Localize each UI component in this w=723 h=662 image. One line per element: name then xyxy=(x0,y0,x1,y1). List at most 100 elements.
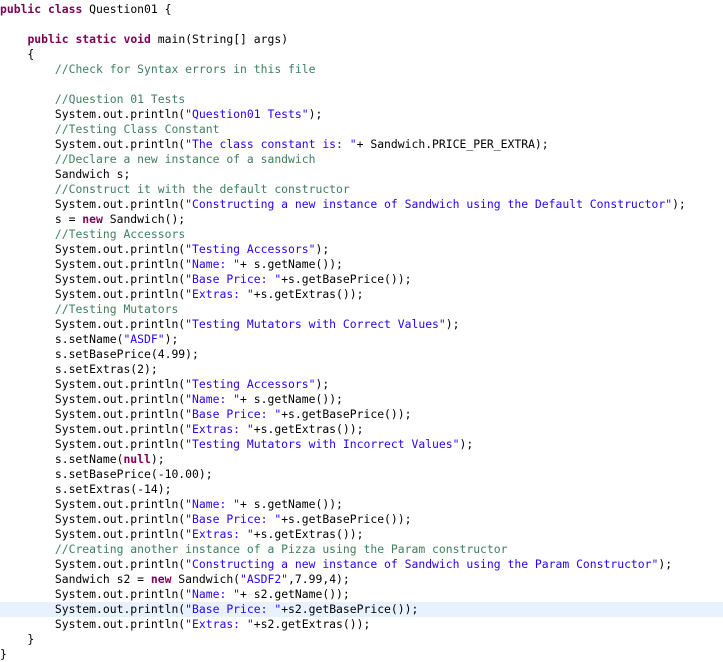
code-line[interactable]: System.out.println("Base Price: "+s.getB… xyxy=(0,272,723,287)
code-line[interactable]: System.out.println("The class constant i… xyxy=(0,137,723,152)
code-line[interactable]: s.setBasePrice(4.99); xyxy=(0,347,723,362)
code-text: System.out.println( xyxy=(0,587,186,601)
code-text: ); xyxy=(658,557,673,571)
code-line[interactable]: //Construct it with the default construc… xyxy=(0,182,723,197)
code-line[interactable]: System.out.println("Testing Mutators wit… xyxy=(0,437,723,452)
code-line[interactable]: System.out.println("Name: "+ s.getName()… xyxy=(0,257,723,272)
code-line[interactable]: s.setName("ASDF"); xyxy=(0,332,723,347)
code-line[interactable]: System.out.println("Base Price: "+s.getB… xyxy=(0,407,723,422)
code-line[interactable]: System.out.println("Constructing a new i… xyxy=(0,197,723,212)
code-line[interactable]: System.out.println("Name: "+ s.getName()… xyxy=(0,392,723,407)
code-line[interactable]: System.out.println("Testing Mutators wit… xyxy=(0,317,723,332)
code-string: "Testing Mutators with Correct Values" xyxy=(185,317,446,331)
code-string: "Name: " xyxy=(185,587,241,601)
code-text: System.out.println( xyxy=(0,407,186,421)
code-line[interactable]: //Check for Syntax errors in this file xyxy=(0,62,723,77)
code-text: System.out.println( xyxy=(0,422,186,436)
code-line[interactable]: System.out.println("Testing Accessors"); xyxy=(0,242,723,257)
code-line[interactable]: System.out.println("Question01 Tests"); xyxy=(0,107,723,122)
code-line[interactable]: } xyxy=(0,647,723,662)
code-line[interactable]: public static void main(String[] args) xyxy=(0,32,723,47)
code-line[interactable]: s = new Sandwich(); xyxy=(0,212,723,227)
code-text: System.out.println( xyxy=(0,107,186,121)
code-line[interactable]: Sandwich s2 = new Sandwich("ASDF2",7.99,… xyxy=(0,572,723,587)
code-line[interactable]: System.out.println("Constructing a new i… xyxy=(0,557,723,572)
code-text: System.out.println( xyxy=(0,287,186,301)
code-line[interactable]: System.out.println("Extras: "+s2.getExtr… xyxy=(0,617,723,632)
code-text: Sandwich s2 = xyxy=(0,572,151,586)
code-line[interactable]: Sandwich s; xyxy=(0,167,723,182)
code-line[interactable] xyxy=(0,17,723,32)
code-text: System.out.println( xyxy=(0,377,186,391)
code-line[interactable]: System.out.println("Extras: "+s.getExtra… xyxy=(0,422,723,437)
code-line[interactable]: //Testing Accessors xyxy=(0,227,723,242)
code-text: +s.getBasePrice()); xyxy=(281,512,412,526)
code-line[interactable]: } xyxy=(0,632,723,647)
code-text: ); xyxy=(308,107,323,121)
code-text: Sandwich( xyxy=(171,572,241,586)
code-text: ); xyxy=(672,197,686,211)
code-line[interactable]: //Creating another instance of a Pizza u… xyxy=(0,542,723,557)
code-text: +s.getBasePrice()); xyxy=(281,272,412,286)
code-string: "Question01 Tests" xyxy=(185,107,309,121)
code-text: System.out.println( xyxy=(0,512,186,526)
code-line[interactable]: System.out.println("Extras: "+s.getExtra… xyxy=(0,287,723,302)
code-line[interactable]: s.setName(null); xyxy=(0,452,723,467)
code-text: + s2.getName()); xyxy=(240,587,350,601)
code-text: ); xyxy=(164,332,179,346)
code-line[interactable]: System.out.println("Base Price: "+s.getB… xyxy=(0,512,723,527)
code-text: ); xyxy=(459,437,474,451)
code-text: + s.getName()); xyxy=(240,497,343,511)
code-keyword: new xyxy=(82,212,103,226)
code-line[interactable]: //Testing Mutators xyxy=(0,302,723,317)
code-text: + s.getName()); xyxy=(240,392,343,406)
code-line[interactable] xyxy=(0,77,723,92)
code-text: +s.getBasePrice()); xyxy=(281,407,412,421)
code-text: ,7.99,4); xyxy=(288,572,350,586)
code-comment: //Declare a new instance of a sandwich xyxy=(54,152,316,166)
code-line[interactable]: //Question 01 Tests xyxy=(0,92,723,107)
code-line[interactable]: //Declare a new instance of a sandwich xyxy=(0,152,723,167)
code-line[interactable]: { xyxy=(0,47,723,62)
code-string: "Testing Accessors" xyxy=(185,377,316,391)
code-text: +s.getExtras()); xyxy=(253,287,364,301)
code-keyword: public xyxy=(0,2,42,16)
code-text: + s.getName()); xyxy=(240,257,343,271)
code-text: System.out.println( xyxy=(0,272,186,286)
code-keyword: new xyxy=(150,572,172,586)
code-line[interactable]: System.out.println("Testing Accessors"); xyxy=(0,377,723,392)
code-text: System.out.println( xyxy=(0,437,186,451)
code-text: +s2.getExtras()); xyxy=(253,617,371,631)
code-comment: //Testing Accessors xyxy=(54,227,186,241)
code-string: "ASDF2" xyxy=(240,572,289,586)
code-string: "Base Price: " xyxy=(185,602,282,616)
code-text: s.setExtras(-14); xyxy=(0,482,172,496)
code-text: s.setBasePrice(4.99); xyxy=(0,347,199,361)
code-line[interactable]: System.out.println("Name: "+ s2.getName(… xyxy=(0,587,723,602)
code-text: System.out.println( xyxy=(0,602,186,616)
code-comment: //Creating another instance of a Pizza u… xyxy=(54,542,508,556)
code-string: "Testing Accessors" xyxy=(185,242,316,256)
code-line[interactable]: System.out.println("Base Price: "+s2.get… xyxy=(0,602,723,617)
code-text: s.setName( xyxy=(0,452,124,466)
code-string: "Name: " xyxy=(185,392,241,406)
code-string: "Extras: " xyxy=(185,287,254,301)
code-line[interactable]: System.out.println("Name: "+ s.getName()… xyxy=(0,497,723,512)
code-line[interactable]: s.setExtras(2); xyxy=(0,362,723,377)
code-line[interactable]: s.setBasePrice(-10.00); xyxy=(0,467,723,482)
code-comment: //Testing Class Constant xyxy=(54,122,220,136)
code-line[interactable]: public class Question01 { xyxy=(0,2,723,17)
code-line[interactable]: //Testing Class Constant xyxy=(0,122,723,137)
code-text: main(String[] args) xyxy=(150,32,289,46)
code-text: +s2.getBasePrice()); xyxy=(281,602,419,616)
code-keyword: static xyxy=(75,32,117,46)
code-line[interactable]: System.out.println("Extras: "+s.getExtra… xyxy=(0,527,723,542)
code-keyword: class xyxy=(48,2,83,16)
code-comment: //Construct it with the default construc… xyxy=(54,182,350,196)
code-line[interactable]: s.setExtras(-14); xyxy=(0,482,723,497)
code-string: "Extras: " xyxy=(185,527,254,541)
code-editor[interactable]: public class Question01 { public static … xyxy=(0,0,723,662)
